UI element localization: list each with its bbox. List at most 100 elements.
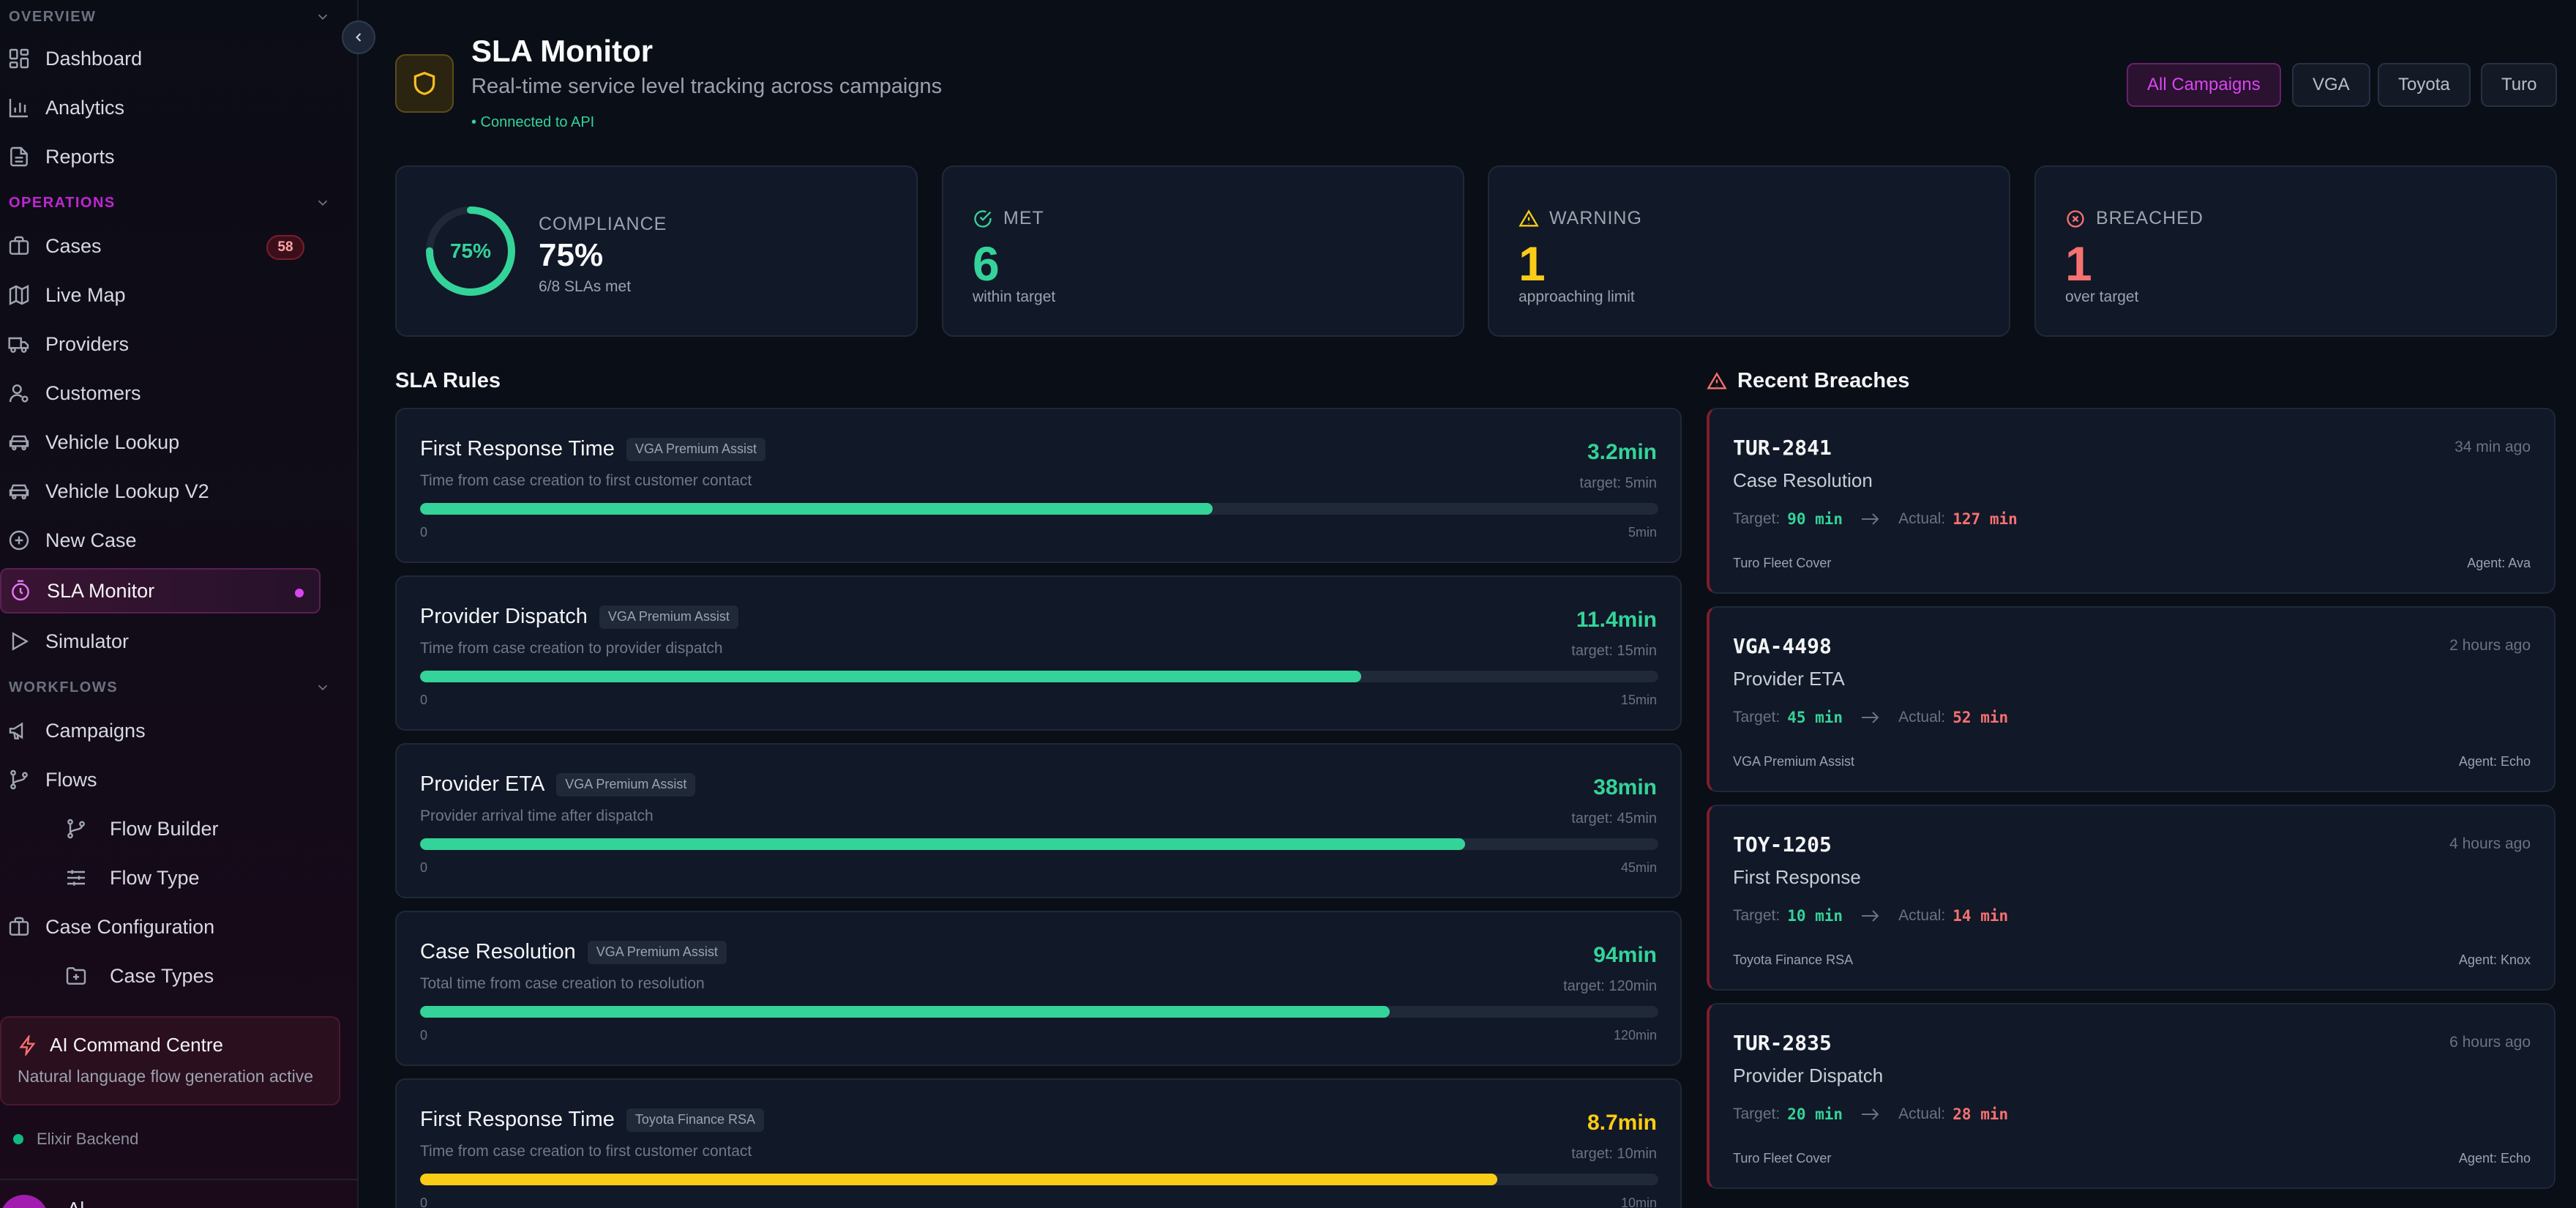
target-value: 90 min bbox=[1787, 510, 1843, 528]
sidebar-item-vehicle-lookup[interactable]: Vehicle Lookup bbox=[0, 420, 322, 464]
rule-value: 94min bbox=[1593, 943, 1657, 967]
sidebar-item-sla-monitor[interactable]: SLA Monitor bbox=[0, 568, 321, 614]
campaign-tag: Toyota Finance RSA bbox=[626, 1108, 765, 1132]
sidebar-item-case-configuration[interactable]: Case Configuration bbox=[0, 905, 322, 949]
sla-rule-card[interactable]: Provider ETA VGA Premium Assist Provider … bbox=[395, 743, 1682, 898]
target-label: Target: bbox=[1733, 510, 1781, 527]
file-text-icon bbox=[10, 146, 28, 167]
section-operations[interactable]: OPERATIONS bbox=[9, 192, 331, 214]
recent-breaches-title: Recent Breaches bbox=[1707, 369, 1909, 393]
sidebar-item-analytics[interactable]: Analytics bbox=[0, 86, 322, 130]
bar-chart-icon bbox=[9, 99, 28, 118]
sidebar-item-vehicle-lookup-v2[interactable]: Vehicle Lookup V2 bbox=[0, 469, 322, 513]
ai-command-centre-card[interactable]: AI Command Centre Natural language flow … bbox=[0, 1016, 340, 1106]
git-branch-icon bbox=[67, 819, 85, 839]
sidebar-item-cases[interactable]: Cases 58 bbox=[0, 224, 322, 268]
rule-value: 38min bbox=[1593, 775, 1657, 799]
breach-card[interactable]: VGA-4498 2 hours ago Provider ETA Target… bbox=[1707, 606, 2556, 792]
actual-value: 127 min bbox=[1952, 510, 2018, 528]
plus-circle-icon bbox=[9, 530, 29, 551]
avatar[interactable] bbox=[0, 1195, 48, 1208]
rule-description: Time from case creation to first custome… bbox=[420, 1143, 752, 1160]
filter-vga-button[interactable]: VGA bbox=[2292, 63, 2370, 107]
user-icon bbox=[9, 384, 29, 403]
api-connection-status: • Connected to API bbox=[471, 114, 595, 130]
sidebar-item-dashboard[interactable]: Dashboard bbox=[0, 37, 322, 81]
sidebar-item-flows[interactable]: Flows bbox=[0, 758, 322, 802]
ai-card-title: AI Command Centre bbox=[50, 1034, 223, 1056]
sidebar-item-flow-type[interactable]: Flow Type bbox=[0, 856, 322, 900]
breached-caption: over target bbox=[2065, 288, 2139, 305]
sidebar-item-simulator[interactable]: Simulator bbox=[0, 619, 322, 663]
progress-fill bbox=[420, 1174, 1498, 1185]
actual-label: Actual: bbox=[1898, 510, 1946, 527]
status-dot bbox=[13, 1134, 23, 1144]
rule-target: target: 10min bbox=[1571, 1146, 1657, 1162]
ai-card-subtitle: Natural language flow generation active bbox=[18, 1067, 314, 1086]
section-workflows[interactable]: WORKFLOWS bbox=[9, 676, 331, 698]
warning-card: WARNING 1 approaching limit bbox=[1488, 165, 2010, 337]
chevron-down-icon bbox=[318, 685, 328, 691]
breach-card[interactable]: TUR-2841 34 min ago Case Resolution Targ… bbox=[1707, 408, 2556, 594]
campaign-tag: VGA Premium Assist bbox=[556, 772, 696, 797]
sidebar-item-customers[interactable]: Customers bbox=[0, 371, 322, 415]
sliders-icon bbox=[67, 870, 85, 886]
rule-name: First Response Time bbox=[420, 1108, 615, 1131]
breach-id: TUR-2835 bbox=[1733, 1031, 1832, 1055]
section-overview[interactable]: OVERVIEW bbox=[9, 6, 331, 28]
shield-icon bbox=[413, 72, 435, 95]
sidebar-item-providers[interactable]: Providers bbox=[0, 322, 322, 366]
rule-value: 11.4min bbox=[1576, 608, 1657, 632]
sla-rule-card[interactable]: First Response Time Toyota Finance RSA Ti… bbox=[395, 1078, 1682, 1208]
sla-rule-card[interactable]: Provider Dispatch VGA Premium Assist Time… bbox=[395, 575, 1682, 731]
met-caption: within target bbox=[973, 288, 1056, 305]
sidebar-item-label: Flow Type bbox=[110, 866, 200, 889]
x-circle-icon bbox=[2067, 209, 2084, 228]
progress-min-label: 0 bbox=[420, 693, 428, 707]
breach-campaign: Turo Fleet Cover bbox=[1733, 1151, 1832, 1166]
collapse-sidebar-button[interactable] bbox=[342, 20, 375, 54]
sidebar-item-label: Cases bbox=[45, 234, 102, 257]
compliance-label: COMPLIANCE bbox=[539, 214, 667, 234]
filter-all-campaigns-button[interactable]: All Campaigns bbox=[2127, 63, 2281, 107]
sidebar-item-live-map[interactable]: Live Map bbox=[0, 273, 322, 317]
sidebar-item-campaigns[interactable]: Campaigns bbox=[0, 709, 322, 753]
breach-card[interactable]: TOY-1205 4 hours ago First Response Targ… bbox=[1707, 805, 2556, 991]
breach-campaign: Turo Fleet Cover bbox=[1733, 556, 1832, 570]
progress-fill bbox=[420, 671, 1361, 682]
filter-toyota-button[interactable]: Toyota bbox=[2378, 63, 2471, 107]
sidebar-item-label: Case Types bbox=[110, 964, 214, 987]
folder-plus-icon bbox=[66, 967, 86, 985]
sla-rule-card[interactable]: First Response Time VGA Premium Assist Ti… bbox=[395, 408, 1682, 563]
compliance-value: 75% bbox=[539, 237, 604, 273]
breach-card[interactable]: TUR-2835 6 hours ago Provider Dispatch T… bbox=[1707, 1003, 2556, 1189]
sidebar-item-new-case[interactable]: New Case bbox=[0, 518, 322, 562]
chevron-down-icon bbox=[318, 14, 328, 20]
briefcase-icon bbox=[9, 236, 29, 255]
target-value: 20 min bbox=[1787, 1106, 1843, 1123]
filter-turo-button[interactable]: Turo bbox=[2481, 63, 2558, 107]
arrow-right-icon bbox=[1862, 1108, 1879, 1120]
sidebar-item-label: Flows bbox=[45, 768, 97, 791]
user-name: Al bbox=[67, 1198, 84, 1208]
progress-max-label: 15min bbox=[1620, 693, 1657, 707]
rule-target: target: 5min bbox=[1579, 475, 1657, 491]
page-title: SLA Monitor bbox=[471, 34, 654, 68]
actual-label: Actual: bbox=[1898, 907, 1946, 924]
breach-type: Provider Dispatch bbox=[1733, 1065, 1884, 1086]
progress-track bbox=[420, 1174, 1658, 1185]
rule-value: 3.2min bbox=[1587, 440, 1657, 464]
breach-id: TOY-1205 bbox=[1733, 832, 1832, 857]
sidebar-item-reports[interactable]: Reports bbox=[0, 135, 322, 179]
breach-campaign: Toyota Finance RSA bbox=[1733, 952, 1854, 967]
breach-target-actual: Target: 20 min Actual: 28 min bbox=[1733, 1106, 2008, 1123]
sla-rule-card[interactable]: Case Resolution VGA Premium Assist Total … bbox=[395, 911, 1682, 1066]
progress-track bbox=[420, 503, 1658, 515]
rule-target: target: 15min bbox=[1571, 643, 1657, 659]
sidebar-item-label: SLA Monitor bbox=[47, 579, 155, 602]
progress-min-label: 0 bbox=[420, 525, 428, 540]
sidebar-item-label: Analytics bbox=[45, 96, 125, 119]
breach-id: VGA-4498 bbox=[1733, 634, 1832, 658]
sidebar-item-flow-builder[interactable]: Flow Builder bbox=[0, 807, 322, 851]
sidebar-item-case-types[interactable]: Case Types bbox=[0, 954, 322, 998]
